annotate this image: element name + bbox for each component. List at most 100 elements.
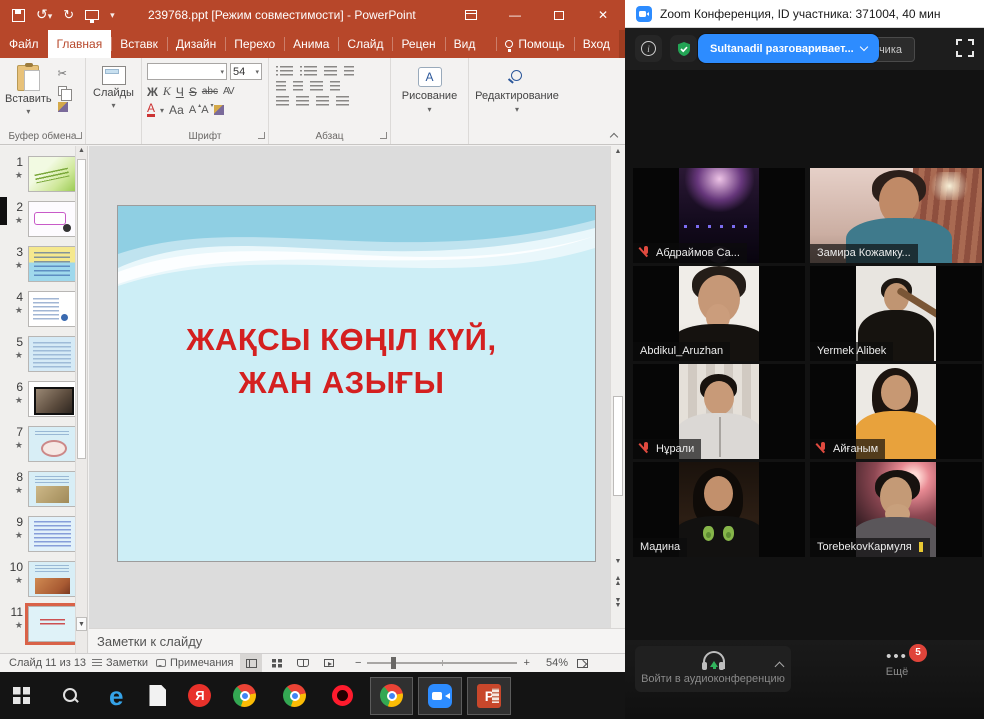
slide-thumb-5[interactable]: 5★ xyxy=(8,336,76,372)
sign-in-button[interactable]: Вход xyxy=(574,30,619,58)
columns-icon[interactable] xyxy=(310,81,323,91)
cut-icon[interactable]: ✂ xyxy=(58,67,68,80)
slide-thumb-3[interactable]: 3★ xyxy=(8,246,76,282)
slideshow-icon[interactable] xyxy=(318,654,340,672)
new-slide-icon[interactable] xyxy=(102,66,126,85)
zoom-active-button[interactable] xyxy=(418,677,462,715)
participant-tile[interactable]: TorebekovКармуля xyxy=(810,462,982,557)
zoom-slider-knob[interactable] xyxy=(391,657,396,669)
taskbar-search-icon[interactable] xyxy=(61,687,79,705)
tab-file[interactable]: Файл xyxy=(0,30,48,58)
notes-pane[interactable]: Заметки к слайду xyxy=(89,628,625,653)
participant-tile[interactable]: Абдраймов Са... xyxy=(633,168,805,263)
slide-title-text[interactable]: ЖАҚСЫ КӨҢІЛ КҮЙ, ЖАН АЗЫҒЫ xyxy=(118,318,565,405)
change-case-button[interactable]: Аа xyxy=(169,103,184,117)
active-speaker-button[interactable]: Sultanadil разговаривает... xyxy=(698,34,879,63)
meeting-info-button[interactable]: i xyxy=(635,35,662,62)
customize-qat-icon[interactable]: ▾ xyxy=(110,10,115,21)
bold-button[interactable]: Ж xyxy=(147,85,158,99)
yandex-browser-icon[interactable]: Я xyxy=(188,684,211,707)
normal-view-icon[interactable] xyxy=(240,654,262,672)
shrink-font-button[interactable]: А xyxy=(201,104,208,116)
chevron-up-icon[interactable] xyxy=(775,660,785,670)
zoom-out-icon[interactable]: − xyxy=(355,657,361,669)
decrease-indent-icon[interactable] xyxy=(276,81,286,91)
scroll-up-icon[interactable]: ▲ xyxy=(76,147,87,154)
slide-thumb-2[interactable]: 2★ xyxy=(8,201,76,237)
comments-toggle[interactable]: Примечания xyxy=(156,654,234,672)
slide-thumb-6[interactable]: 6★ xyxy=(8,381,76,417)
align-left-icon[interactable] xyxy=(276,96,289,106)
save-icon[interactable] xyxy=(12,9,25,22)
numbering-icon[interactable] xyxy=(304,66,317,76)
close-icon[interactable]: ✕ xyxy=(581,0,625,30)
dialog-launcher-icon[interactable] xyxy=(380,132,387,139)
line-spacing-icon[interactable] xyxy=(324,66,337,76)
notes-toggle[interactable]: Заметки xyxy=(92,654,148,672)
tab-view[interactable]: Вид xyxy=(445,30,485,58)
dialog-launcher-icon[interactable] xyxy=(258,132,265,139)
drawing-button[interactable]: А Рисование ▾ xyxy=(396,63,463,114)
text-direction-icon[interactable] xyxy=(344,66,354,76)
font-size-combo[interactable]: 54▾ xyxy=(230,63,262,80)
chrome-icon[interactable] xyxy=(283,684,306,707)
zoom-in-icon[interactable]: + xyxy=(523,657,529,669)
align-right-icon[interactable] xyxy=(316,96,329,106)
scroll-down-icon[interactable]: ▼ xyxy=(611,558,625,565)
start-button-icon[interactable] xyxy=(13,687,30,704)
increase-indent-icon[interactable] xyxy=(293,81,303,91)
char-spacing-button[interactable]: AV xyxy=(223,86,234,97)
more-button[interactable]: ••• 5 Ещё xyxy=(865,648,929,678)
participant-tile[interactable]: Yermek Alibek xyxy=(810,266,982,361)
copy-icon[interactable] xyxy=(58,86,67,96)
zoom-slider[interactable] xyxy=(367,662,517,664)
underline-button[interactable]: Ч xyxy=(176,85,184,99)
previous-slide-icon[interactable]: ▲▲ xyxy=(611,576,625,586)
slide-thumb-8[interactable]: 8★ xyxy=(8,471,76,507)
documents-icon[interactable] xyxy=(149,685,166,706)
tab-design[interactable]: Дизайн xyxy=(167,30,225,58)
undo-icon[interactable]: ↺▾ xyxy=(36,8,52,22)
tab-slideshow[interactable]: Слайд xyxy=(338,30,392,58)
edge-icon[interactable]: e xyxy=(109,685,123,707)
bullets-icon[interactable] xyxy=(280,66,293,76)
redo-icon[interactable]: ↻ xyxy=(63,9,74,21)
scrollbar-thumb[interactable] xyxy=(613,396,623,496)
participant-tile[interactable]: Abdikul_Aruzhan xyxy=(633,266,805,361)
minimize-icon[interactable]: — xyxy=(493,0,537,30)
participant-tile[interactable]: Нұрали xyxy=(633,364,805,459)
next-slide-icon[interactable]: ▼▼ xyxy=(611,598,625,608)
slide-sorter-icon[interactable] xyxy=(266,654,288,672)
current-slide[interactable]: ЖАҚСЫ КӨҢІЛ КҮЙ, ЖАН АЗЫҒЫ xyxy=(117,205,596,562)
scroll-up-icon[interactable]: ▲ xyxy=(611,148,625,155)
slide-thumb-7[interactable]: 7★ xyxy=(8,426,76,462)
italic-button[interactable]: К xyxy=(163,84,171,99)
tab-home[interactable]: Главная xyxy=(48,30,112,58)
scrollbar-thumb[interactable] xyxy=(77,159,86,459)
font-color-button[interactable]: А xyxy=(147,103,155,117)
tab-help[interactable]: Помощь xyxy=(496,30,573,58)
participant-tile[interactable]: Замира Кожамку... xyxy=(810,168,982,263)
grow-font-button[interactable]: А xyxy=(189,104,196,116)
tab-insert[interactable]: Вставк xyxy=(111,30,167,58)
participant-tile[interactable]: Айғаным xyxy=(810,364,982,459)
participant-tile[interactable]: Мадина xyxy=(633,462,805,557)
shadow-button[interactable]: abc xyxy=(202,86,218,97)
tab-transitions[interactable]: Перехо xyxy=(225,30,284,58)
scroll-down-icon[interactable]: ▼ xyxy=(76,617,87,631)
chrome-active-button[interactable] xyxy=(370,677,413,715)
slide-thumb-4[interactable]: 4★ xyxy=(8,291,76,327)
maximize-icon[interactable] xyxy=(537,0,581,30)
collapse-ribbon-icon[interactable] xyxy=(610,131,618,139)
ribbon-display-options-icon[interactable] xyxy=(449,0,493,30)
vertical-scrollbar[interactable]: ▲ ▼ ▲▲ ▼▼ xyxy=(610,146,625,628)
thumbnail-scrollbar[interactable]: ▲ ▼ xyxy=(75,146,87,653)
zoom-percentage[interactable]: 54% xyxy=(546,654,568,672)
clear-formatting-icon[interactable] xyxy=(214,105,224,115)
tab-animations[interactable]: Анима xyxy=(284,30,338,58)
powerpoint-active-button[interactable]: P xyxy=(467,677,511,715)
strikethrough-button[interactable]: S xyxy=(189,85,197,99)
start-slideshow-icon[interactable] xyxy=(85,10,99,20)
align-center-icon[interactable] xyxy=(296,96,309,106)
tab-review[interactable]: Рецен xyxy=(392,30,444,58)
